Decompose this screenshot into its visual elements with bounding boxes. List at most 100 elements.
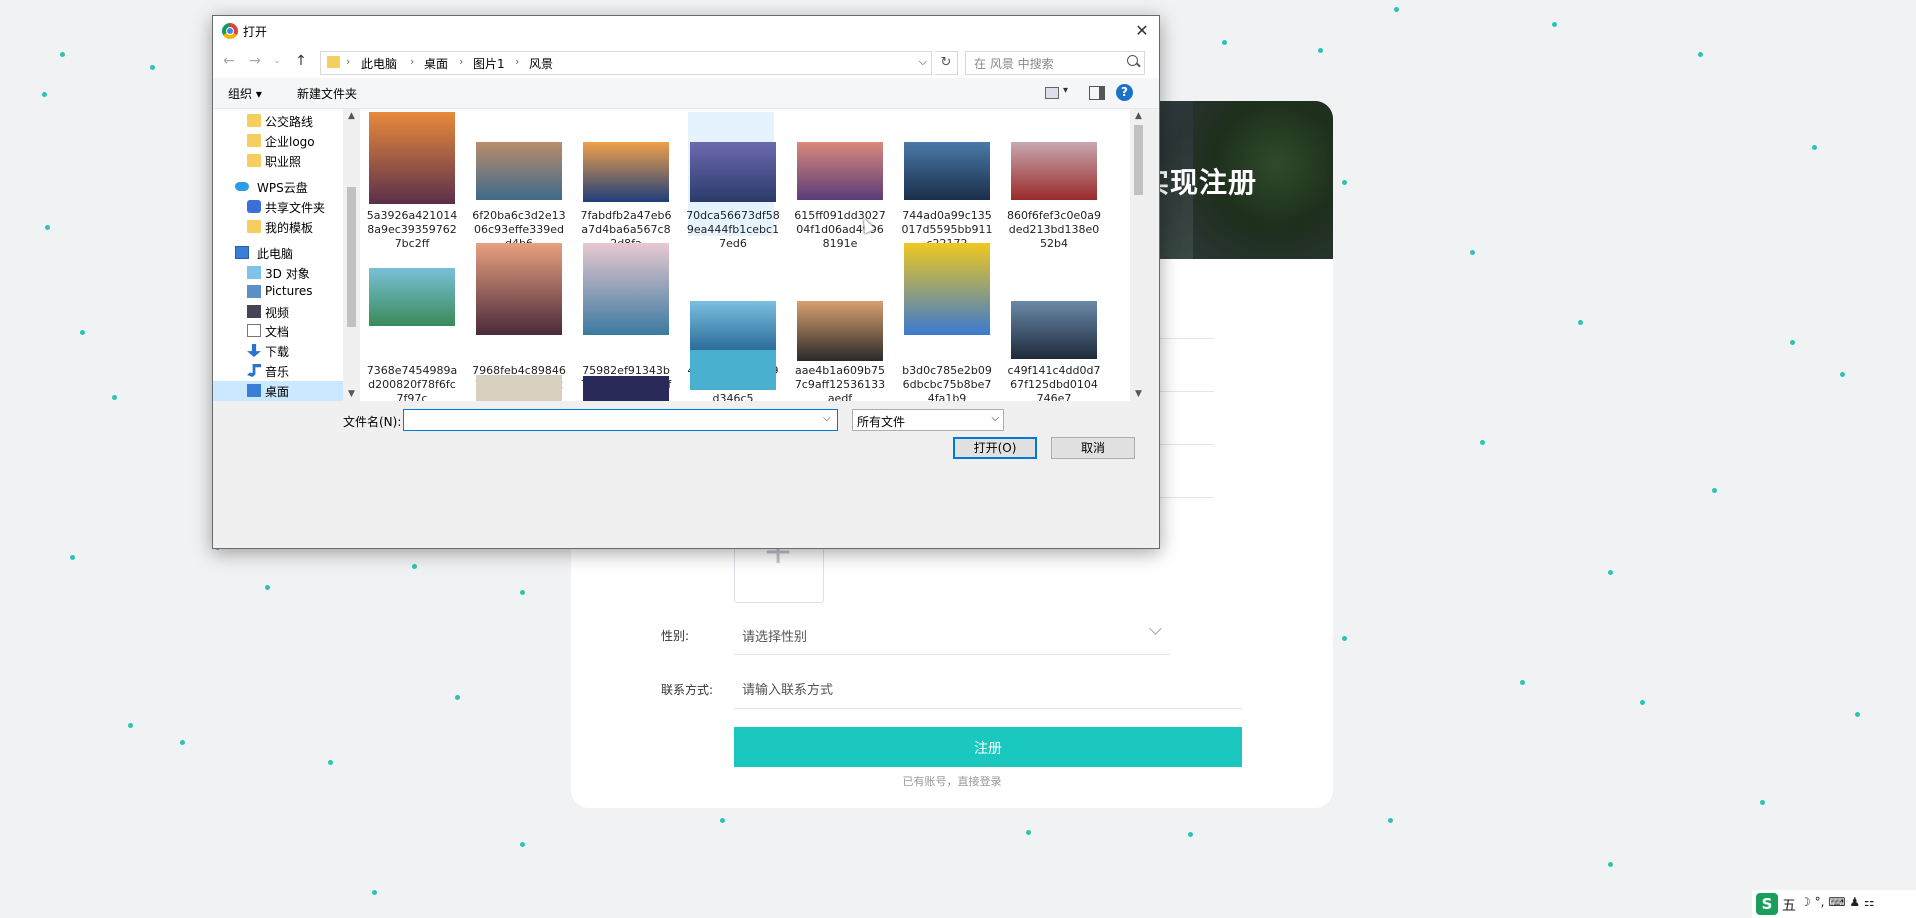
breadcrumb-separator[interactable]: ›: [459, 55, 463, 68]
file-name-label: 5a3926a4210148a9ec393597627bc2ff: [366, 209, 458, 250]
nav-item[interactable]: 视频: [213, 302, 343, 322]
up-arrow-icon[interactable]: ↑: [291, 51, 311, 71]
nav-item[interactable]: 音乐: [213, 361, 343, 381]
nav-item[interactable]: 共享文件夹: [213, 197, 343, 217]
background-dot: [1470, 250, 1475, 255]
address-bar[interactable]: › 此电脑 › 桌面 › 图片1 › 风景 ⌵: [320, 51, 932, 75]
background-dot: [1712, 488, 1717, 493]
background-dot: [412, 564, 417, 569]
nav-item[interactable]: WPS云盘: [213, 177, 343, 197]
back-arrow-icon[interactable]: ←: [219, 51, 239, 71]
contact-input[interactable]: 请输入联系方式: [742, 679, 833, 698]
image-thumbnail: [476, 243, 562, 335]
nav-item-label: 文档: [265, 325, 290, 339]
organize-button[interactable]: 组织 ▾: [228, 85, 262, 102]
background-dot: [1840, 372, 1845, 377]
background-dot: [1318, 48, 1323, 53]
nav-item[interactable]: 文档: [213, 321, 343, 341]
background-dot: [1188, 832, 1193, 837]
desktop-icon: [247, 384, 261, 397]
nav-item-label: 我的模板: [265, 221, 314, 235]
view-icon: [1045, 87, 1059, 99]
nav-item[interactable]: 桌面: [213, 381, 343, 401]
refresh-icon[interactable]: ↻: [935, 51, 958, 75]
close-icon[interactable]: ✕: [1129, 19, 1155, 43]
background-dot: [455, 695, 460, 700]
file-name-label: 860f6fef3c0e0a9ded213bd138e052b4: [1007, 209, 1101, 250]
scroll-down-icon[interactable]: ▼: [1130, 389, 1147, 399]
scroll-down-icon[interactable]: ▼: [343, 389, 360, 399]
filetype-select[interactable]: 所有文件 ⌵: [852, 409, 1004, 431]
background-dot: [1552, 22, 1557, 27]
search-input[interactable]: 在 风景 中搜索: [965, 51, 1145, 75]
help-icon[interactable]: ?: [1116, 84, 1133, 101]
nav-item-label: 音乐: [265, 365, 290, 379]
background-dot: [128, 723, 133, 728]
background-dot: [372, 890, 377, 895]
nav-item-label: Pictures: [265, 284, 313, 298]
background-dot: [1026, 830, 1031, 835]
nav-item[interactable]: 此电脑: [213, 243, 343, 263]
nav-item[interactable]: 公交路线: [213, 111, 343, 131]
system-tray: S 五 ☽ °, ⌨ ♟ ⚏: [1752, 890, 1916, 918]
nav-item[interactable]: 职业照: [213, 151, 343, 171]
forward-arrow-icon[interactable]: →: [245, 51, 265, 71]
background-dot: [150, 65, 155, 70]
nav-item[interactable]: 我的模板: [213, 217, 343, 237]
navigation-pane: 公交路线企业logo 职业照 WPS云盘 共享文件夹我的模板此电脑 3D 对象 Pictu…: [213, 109, 343, 401]
chevron-down-icon[interactable]: ⌵: [823, 413, 831, 424]
search-icon[interactable]: [1127, 55, 1138, 66]
image-thumbnail[interactable]: [583, 376, 669, 401]
image-thumbnail: [583, 243, 669, 335]
nav-item[interactable]: 企业logo: [213, 131, 343, 151]
image-thumbnail[interactable]: [690, 350, 776, 390]
navigation-bar: ← → ⌄ ↑ › 此电脑 › 桌面 › 图片1 › 风景 ⌵ ↻ 在 风景 中…: [213, 46, 1159, 78]
dialog-title: 打开: [243, 25, 268, 39]
open-button[interactable]: 打开(O): [953, 437, 1037, 459]
contact-label: 联系方式:: [661, 683, 714, 697]
new-folder-button[interactable]: 新建文件夹: [297, 85, 357, 102]
image-thumbnail[interactable]: [476, 375, 562, 401]
ime-mode-label[interactable]: 五: [1782, 895, 1796, 915]
navigation-scrollbar[interactable]: ▲ ▼: [343, 109, 360, 401]
nav-item-label: 企业logo: [265, 135, 315, 149]
breadcrumb-separator[interactable]: ›: [346, 55, 350, 68]
file-name-label: b3d0c785e2b096dbcbc75b8be74fa1b9: [902, 364, 992, 401]
file-list-scrollbar[interactable]: ▲ ▼: [1130, 109, 1147, 401]
register-button[interactable]: 注册: [734, 727, 1242, 767]
scroll-up-icon[interactable]: ▲: [343, 111, 360, 121]
recent-chevron-icon[interactable]: ⌄: [267, 51, 287, 71]
scrollbar-thumb[interactable]: [347, 187, 356, 327]
breadcrumb-item[interactable]: 桌面: [424, 55, 448, 72]
background-dot: [1520, 680, 1525, 685]
background-dot: [265, 585, 270, 590]
sogou-ime-icon[interactable]: S: [1756, 893, 1778, 915]
background-dot: [1790, 340, 1795, 345]
gender-underline: [734, 654, 1170, 655]
tray-icons[interactable]: ☽ °, ⌨ ♟ ⚏: [1800, 895, 1875, 909]
preview-pane-icon[interactable]: [1089, 86, 1105, 100]
breadcrumb-separator[interactable]: ›: [410, 55, 414, 68]
filename-label: 文件名(N):: [343, 415, 402, 429]
image-thumbnail: [904, 142, 990, 200]
search-placeholder: 在 风景 中搜索: [974, 57, 1054, 71]
chevron-down-icon[interactable]: ⌵: [919, 55, 927, 69]
cancel-button[interactable]: 取消: [1051, 437, 1135, 459]
background-dot: [1812, 145, 1817, 150]
breadcrumb-separator[interactable]: ›: [515, 55, 519, 68]
breadcrumb-item[interactable]: 图片1: [473, 55, 505, 72]
filetype-value: 所有文件: [857, 415, 906, 429]
nav-item[interactable]: 3D 对象: [213, 263, 343, 283]
background-dot: [42, 92, 47, 97]
login-link[interactable]: 已有账号，直接登录: [571, 773, 1333, 789]
scrollbar-thumb[interactable]: [1134, 125, 1143, 195]
view-options-button[interactable]: ▾: [1043, 84, 1071, 102]
gender-select[interactable]: 请选择性别: [742, 626, 807, 645]
dialog-titlebar[interactable]: 打开 ✕: [213, 16, 1159, 46]
nav-item[interactable]: 下载: [213, 341, 343, 361]
scroll-up-icon[interactable]: ▲: [1130, 111, 1147, 121]
breadcrumb-item[interactable]: 此电脑: [361, 55, 397, 72]
breadcrumb-item[interactable]: 风景: [529, 55, 553, 72]
nav-item[interactable]: Pictures: [213, 282, 343, 302]
filename-input[interactable]: [403, 409, 838, 431]
